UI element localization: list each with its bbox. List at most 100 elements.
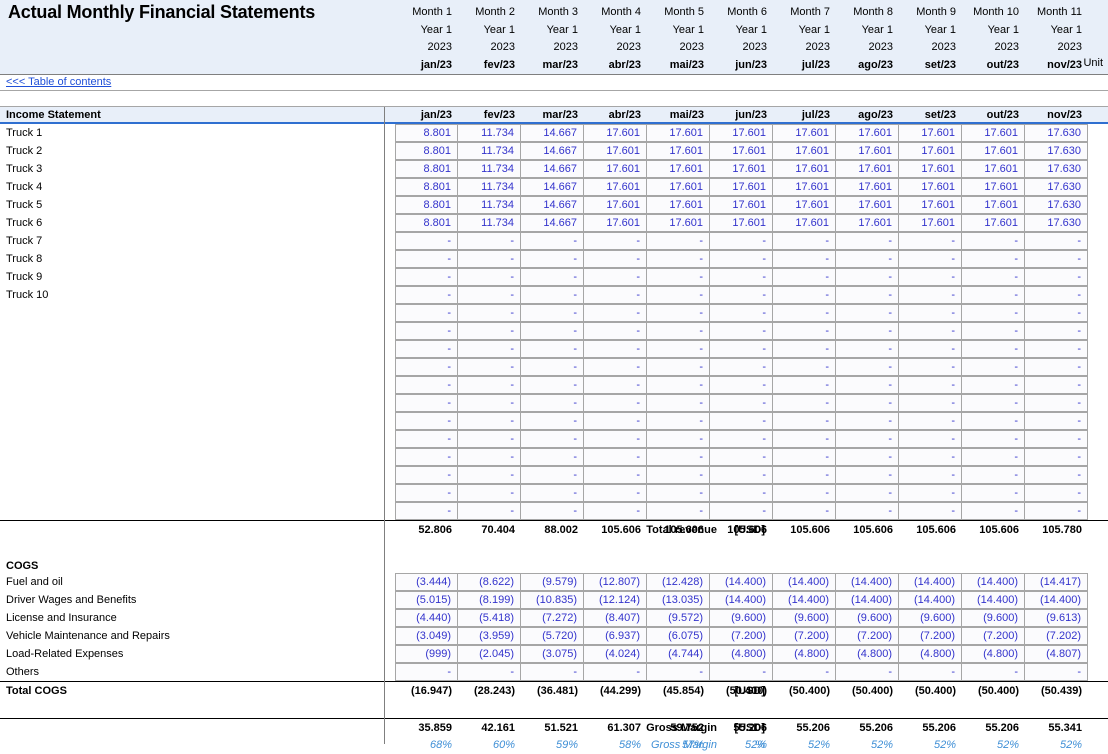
revenue-input-cell[interactable]: 17.601 xyxy=(836,196,899,214)
revenue-input-cell[interactable]: - xyxy=(647,250,710,268)
revenue-input-cell[interactable]: 8.801 xyxy=(395,160,458,178)
cogs-input-cell[interactable]: (7.200) xyxy=(899,627,962,645)
revenue-input-cell[interactable]: - xyxy=(899,304,962,322)
cogs-input-cell[interactable]: (14.400) xyxy=(962,591,1025,609)
revenue-input-cell[interactable]: - xyxy=(899,448,962,466)
cogs-input-cell[interactable]: (4.800) xyxy=(962,645,1025,663)
revenue-input-cell[interactable]: - xyxy=(962,340,1025,358)
cogs-input-cell[interactable]: (5.720) xyxy=(521,627,584,645)
revenue-input-cell[interactable]: 17.601 xyxy=(899,160,962,178)
revenue-input-cell[interactable]: - xyxy=(836,466,899,484)
revenue-input-cell[interactable]: - xyxy=(584,340,647,358)
revenue-input-cell[interactable]: - xyxy=(395,394,458,412)
revenue-input-cell[interactable]: - xyxy=(962,322,1025,340)
revenue-input-cell[interactable]: - xyxy=(584,466,647,484)
revenue-input-cell[interactable]: - xyxy=(773,232,836,250)
revenue-input-cell[interactable]: - xyxy=(962,250,1025,268)
revenue-input-cell[interactable]: - xyxy=(647,286,710,304)
revenue-input-cell[interactable]: 17.630 xyxy=(1025,214,1088,232)
revenue-input-cell[interactable]: - xyxy=(899,394,962,412)
revenue-input-cell[interactable]: - xyxy=(647,376,710,394)
cogs-input-cell[interactable]: (2.045) xyxy=(458,645,521,663)
revenue-input-cell[interactable]: 17.601 xyxy=(962,196,1025,214)
revenue-input-cell[interactable]: - xyxy=(458,250,521,268)
revenue-input-cell[interactable]: - xyxy=(1025,304,1088,322)
revenue-input-cell[interactable]: - xyxy=(773,484,836,502)
revenue-input-cell[interactable]: - xyxy=(1025,286,1088,304)
cogs-input-cell[interactable]: (4.800) xyxy=(773,645,836,663)
cogs-input-cell[interactable]: (7.200) xyxy=(962,627,1025,645)
cogs-input-cell[interactable]: - xyxy=(458,663,521,681)
revenue-input-cell[interactable]: - xyxy=(458,430,521,448)
revenue-input-cell[interactable]: - xyxy=(458,412,521,430)
cogs-input-cell[interactable]: (12.428) xyxy=(647,573,710,591)
revenue-input-cell[interactable]: - xyxy=(647,358,710,376)
revenue-input-cell[interactable]: - xyxy=(962,304,1025,322)
revenue-input-cell[interactable]: - xyxy=(521,412,584,430)
revenue-input-cell[interactable]: 17.601 xyxy=(962,124,1025,142)
revenue-input-cell[interactable]: 17.601 xyxy=(710,124,773,142)
revenue-input-cell[interactable]: 17.601 xyxy=(836,160,899,178)
revenue-input-cell[interactable]: - xyxy=(395,502,458,520)
revenue-input-cell[interactable]: - xyxy=(521,394,584,412)
revenue-input-cell[interactable]: 11.734 xyxy=(458,214,521,232)
revenue-input-cell[interactable]: - xyxy=(710,232,773,250)
revenue-input-cell[interactable]: - xyxy=(710,430,773,448)
revenue-input-cell[interactable]: - xyxy=(710,502,773,520)
revenue-input-cell[interactable]: - xyxy=(836,502,899,520)
cogs-input-cell[interactable]: (4.800) xyxy=(899,645,962,663)
cogs-input-cell[interactable]: (9.579) xyxy=(521,573,584,591)
revenue-input-cell[interactable]: - xyxy=(395,268,458,286)
revenue-input-cell[interactable]: 17.601 xyxy=(962,160,1025,178)
cogs-input-cell[interactable]: (4.800) xyxy=(710,645,773,663)
revenue-input-cell[interactable]: - xyxy=(899,484,962,502)
revenue-input-cell[interactable]: - xyxy=(773,304,836,322)
revenue-input-cell[interactable]: 11.734 xyxy=(458,124,521,142)
cogs-input-cell[interactable]: (4.744) xyxy=(647,645,710,663)
revenue-input-cell[interactable]: - xyxy=(458,286,521,304)
cogs-input-cell[interactable]: (14.400) xyxy=(836,573,899,591)
revenue-input-cell[interactable]: - xyxy=(773,268,836,286)
revenue-input-cell[interactable]: 17.601 xyxy=(773,214,836,232)
revenue-input-cell[interactable]: - xyxy=(521,286,584,304)
revenue-input-cell[interactable]: - xyxy=(962,502,1025,520)
revenue-input-cell[interactable]: 17.630 xyxy=(1025,160,1088,178)
revenue-input-cell[interactable]: 14.667 xyxy=(521,160,584,178)
revenue-input-cell[interactable]: 17.601 xyxy=(773,124,836,142)
revenue-input-cell[interactable]: - xyxy=(584,412,647,430)
revenue-input-cell[interactable]: - xyxy=(521,322,584,340)
cogs-input-cell[interactable]: - xyxy=(710,663,773,681)
revenue-input-cell[interactable]: - xyxy=(584,232,647,250)
revenue-input-cell[interactable]: - xyxy=(710,286,773,304)
revenue-input-cell[interactable]: 17.601 xyxy=(584,178,647,196)
cogs-input-cell[interactable]: (14.400) xyxy=(710,591,773,609)
revenue-input-cell[interactable]: - xyxy=(395,484,458,502)
revenue-input-cell[interactable]: - xyxy=(773,250,836,268)
revenue-input-cell[interactable]: - xyxy=(1025,322,1088,340)
revenue-input-cell[interactable]: - xyxy=(647,322,710,340)
revenue-input-cell[interactable]: - xyxy=(710,412,773,430)
revenue-input-cell[interactable]: - xyxy=(710,484,773,502)
cogs-input-cell[interactable]: - xyxy=(1025,663,1088,681)
revenue-input-cell[interactable]: - xyxy=(710,322,773,340)
cogs-input-cell[interactable]: (14.400) xyxy=(710,573,773,591)
revenue-input-cell[interactable]: - xyxy=(962,358,1025,376)
revenue-input-cell[interactable]: 14.667 xyxy=(521,178,584,196)
revenue-input-cell[interactable]: - xyxy=(836,448,899,466)
revenue-input-cell[interactable]: - xyxy=(773,502,836,520)
revenue-input-cell[interactable]: 17.601 xyxy=(584,196,647,214)
revenue-input-cell[interactable]: 17.601 xyxy=(773,142,836,160)
revenue-input-cell[interactable]: - xyxy=(647,412,710,430)
revenue-input-cell[interactable]: - xyxy=(710,376,773,394)
cogs-input-cell[interactable]: (5.015) xyxy=(395,591,458,609)
revenue-input-cell[interactable]: - xyxy=(647,304,710,322)
revenue-input-cell[interactable]: - xyxy=(647,340,710,358)
revenue-input-cell[interactable]: - xyxy=(584,448,647,466)
revenue-input-cell[interactable]: - xyxy=(710,466,773,484)
cogs-input-cell[interactable]: (12.124) xyxy=(584,591,647,609)
revenue-input-cell[interactable]: - xyxy=(773,376,836,394)
cogs-input-cell[interactable]: - xyxy=(836,663,899,681)
revenue-input-cell[interactable]: - xyxy=(773,466,836,484)
revenue-input-cell[interactable]: - xyxy=(836,412,899,430)
revenue-input-cell[interactable]: 17.601 xyxy=(584,214,647,232)
